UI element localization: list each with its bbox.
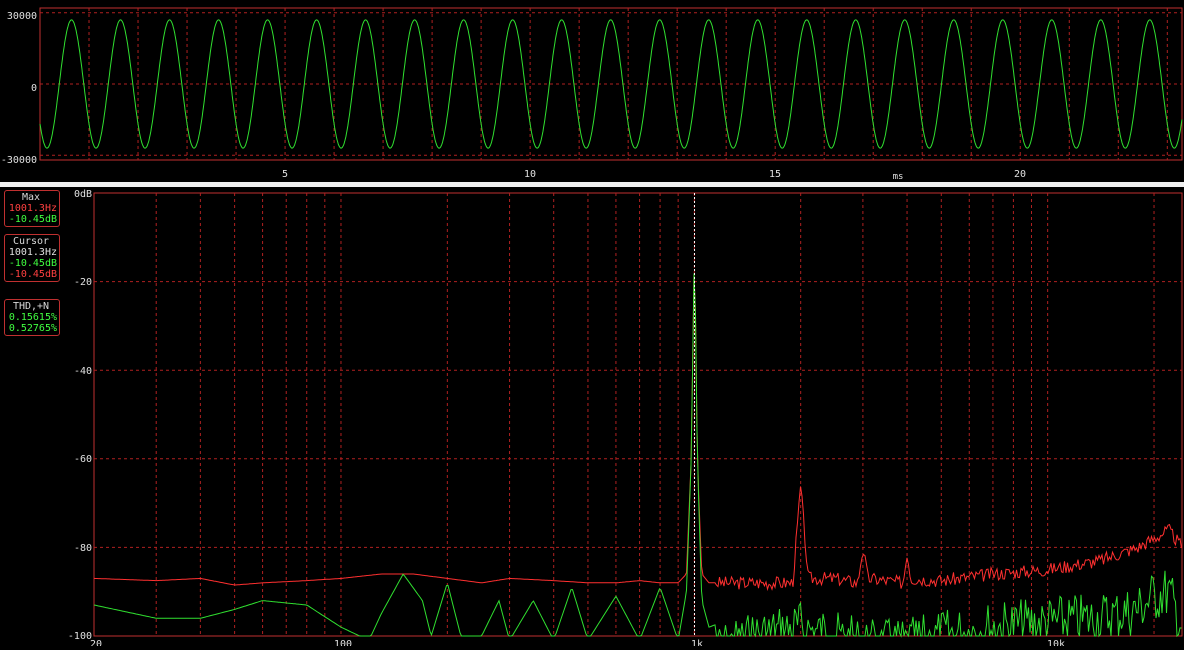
- spec-x-tick-100: 100: [334, 639, 352, 646]
- spec-y-tick-0: 0dB: [74, 189, 92, 200]
- spec-x-tick-1k: 1k: [691, 639, 703, 646]
- spectrum-frame: [93, 192, 1183, 637]
- cursor-title: Cursor: [12, 236, 50, 247]
- spectrum-panel: 0dB -20 -40 -60 -80 -100 20 100 1k 10k M…: [0, 187, 1184, 650]
- spectrum-trace-green: [93, 273, 1182, 638]
- cursor-readout-box: Cursor 1001.3Hz -10.45dB -10.45dB: [4, 234, 60, 282]
- scope-y-tick-bottom: -30000: [1, 155, 37, 166]
- oscilloscope-grid: [40, 8, 1182, 160]
- spec-y-tick-40: -40: [74, 366, 92, 377]
- cursor-level-red: -10.45dB: [8, 269, 57, 280]
- spectrum-grid: [94, 193, 1182, 636]
- spec-y-tick-100: -100: [68, 631, 92, 642]
- scope-x-tick-20: 20: [1014, 169, 1026, 180]
- cursor-freq: 1001.3Hz: [8, 247, 57, 258]
- spec-x-tick-20: 20: [90, 639, 102, 646]
- thd-readout-box: THD,+N 0.15615% 0.52765%: [4, 299, 60, 336]
- max-level: -10.45dB: [8, 214, 57, 225]
- max-title: Max: [21, 192, 41, 203]
- spec-y-tick-80: -80: [74, 543, 92, 554]
- cursor-level-green: -10.45dB: [8, 258, 57, 269]
- spectrum-chart: 0dB -20 -40 -60 -80 -100 20 100 1k 10k: [68, 189, 1183, 650]
- scope-x-tick-15: 15: [769, 169, 781, 180]
- scope-y-tick-mid: 0: [31, 83, 37, 94]
- max-readout-box: Max 1001.3Hz -10.45dB: [4, 190, 60, 227]
- oscilloscope-chart: 30000 0 -30000 5 10 15 20 ms: [1, 7, 1183, 182]
- max-freq: 1001.3Hz: [8, 203, 57, 214]
- scope-x-tick-5: 5: [282, 169, 288, 180]
- thdn-value: 0.52765%: [8, 323, 57, 334]
- spec-y-tick-20: -20: [74, 277, 92, 288]
- scope-x-tick-10: 10: [524, 169, 536, 180]
- scope-x-unit: ms: [893, 172, 904, 182]
- thd-value: 0.15615%: [8, 312, 57, 323]
- oscilloscope-panel: 30000 0 -30000 5 10 15 20 ms: [0, 0, 1184, 182]
- thd-title: THD,+N: [12, 301, 50, 312]
- scope-y-tick-top: 30000: [7, 11, 37, 22]
- spectrum-trace-red: [93, 273, 1182, 592]
- spec-x-tick-10k: 10k: [1047, 639, 1065, 646]
- spec-y-tick-60: -60: [74, 454, 92, 465]
